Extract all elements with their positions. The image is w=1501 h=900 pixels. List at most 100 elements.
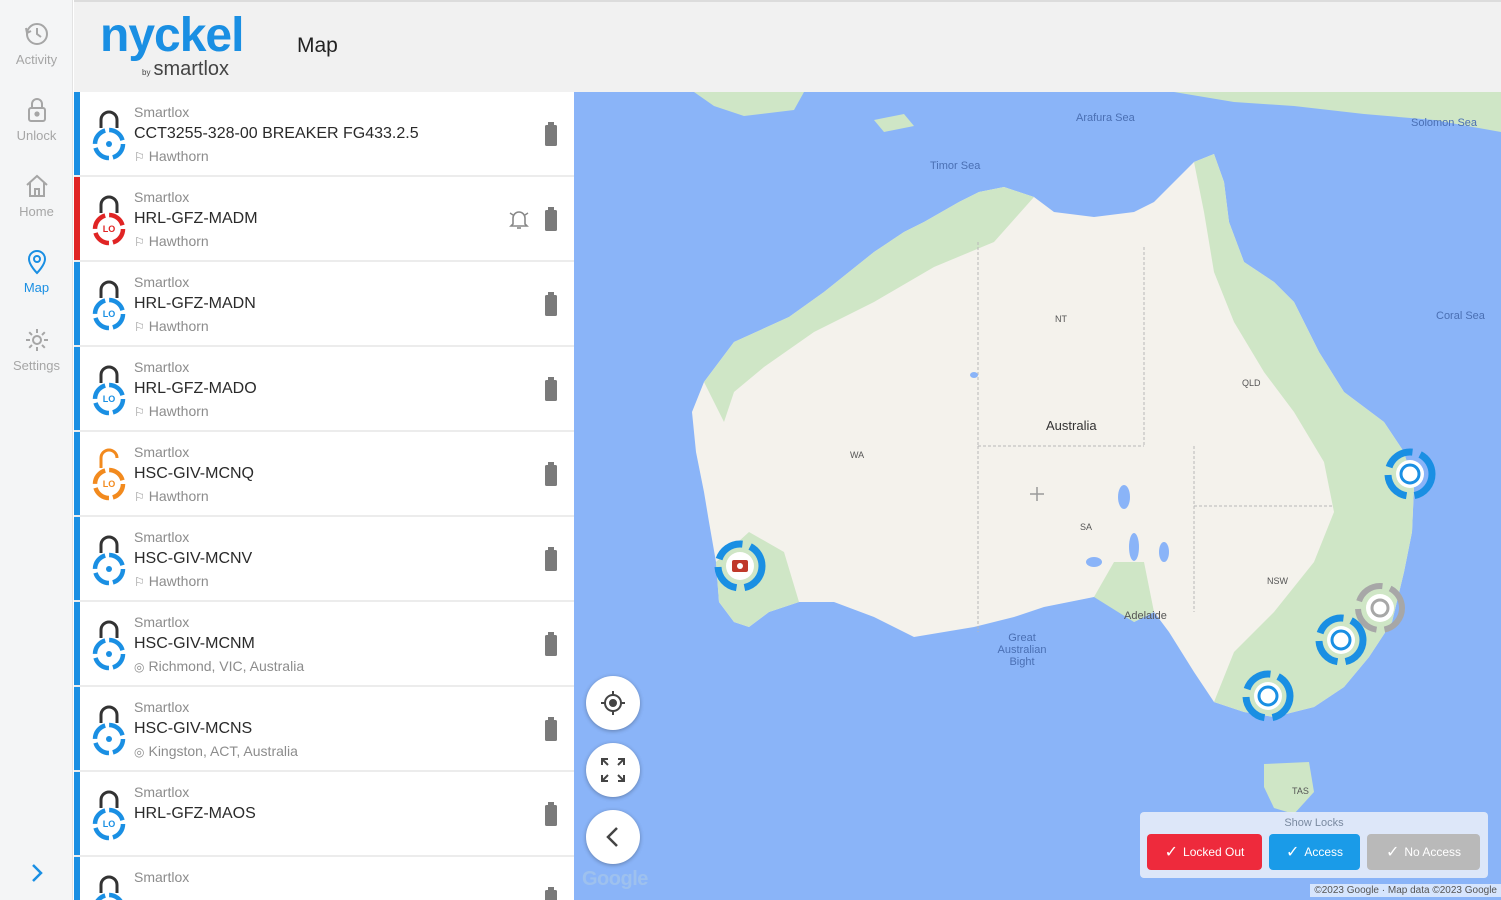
padlock-icon: [92, 110, 126, 161]
lock-pin-icon: [1384, 448, 1436, 500]
map-attribution[interactable]: ©2023 Google · Map data ©2023 Google: [1310, 884, 1501, 897]
lock-location: ⚐ Hawthorn: [134, 318, 209, 334]
lock-vendor: Smartlox: [134, 529, 190, 545]
nav-label-settings: Settings: [13, 358, 60, 373]
collapse-map-button[interactable]: [586, 810, 640, 864]
lock-vendor: Smartlox: [134, 784, 190, 800]
padlock-icon: LO: [92, 280, 126, 331]
lock-pin-icon: [1242, 670, 1294, 722]
padlock-icon: [92, 535, 126, 586]
nav-rail: Activity Unlock Home Map Settings: [0, 0, 73, 900]
app-root: Activity Unlock Home Map Settings nyckel…: [0, 0, 1501, 900]
chevron-left-icon: [606, 827, 618, 847]
alarm-bell-icon[interactable]: [508, 207, 530, 231]
padlock-icon: [92, 620, 126, 671]
lock-location-text: Richmond, VIC, Australia: [148, 658, 305, 674]
map-pin-locked-out[interactable]: [714, 540, 766, 592]
lock-vendor: Smartlox: [134, 869, 190, 885]
map-pin-access[interactable]: [1242, 670, 1294, 722]
lock-name: HSC-GIV-MCNV: [134, 550, 253, 567]
lock-row[interactable]: LO Smartlox HRL-GFZ-MADM ⚐ Hawthorn: [74, 177, 574, 260]
nav-item-activity[interactable]: Activity: [0, 20, 73, 90]
battery-icon: [545, 802, 557, 826]
fullscreen-button[interactable]: [586, 743, 640, 797]
svg-text:LO: LO: [103, 394, 116, 404]
lock-icon: [27, 98, 46, 122]
lock-row[interactable]: LO Smartlox HSC-GIV-MCNQ ⚐ Hawthorn: [74, 432, 574, 515]
expand-nav-button[interactable]: [24, 858, 50, 888]
map-label-wa: WA: [850, 450, 865, 460]
nav-item-map[interactable]: Map: [0, 248, 73, 318]
nav-item-unlock[interactable]: Unlock: [0, 96, 73, 166]
brand-by: by: [142, 68, 151, 77]
expand-icon: [601, 758, 625, 782]
nav-item-home[interactable]: Home: [0, 172, 73, 242]
padlock-icon: LO: [92, 195, 126, 246]
lock-location: ⚐ Hawthorn: [134, 488, 209, 504]
google-logo: Google: [582, 868, 648, 890]
map-label-nsw: NSW: [1267, 576, 1288, 586]
lock-name: CCT3255-328-00 BREAKER FG433.2.5: [134, 125, 419, 142]
locate-button[interactable]: [586, 676, 640, 730]
crosshair-icon: [601, 691, 625, 715]
check-icon: ✓: [1164, 844, 1179, 861]
map-label-solomon: Solomon Sea: [1411, 117, 1478, 129]
lock-row[interactable]: LO Smartlox HRL-GFZ-MADO ⚐ Hawthorn: [74, 347, 574, 430]
lock-location-text: Hawthorn: [148, 318, 209, 334]
padlock-icon: LO: [92, 365, 126, 416]
map-label-country: Australia: [1046, 418, 1097, 433]
nav-item-settings[interactable]: Settings: [0, 326, 73, 396]
filter-no-access-label: No Access: [1404, 845, 1462, 859]
map-label-tas: TAS: [1292, 786, 1309, 796]
page-title: Map: [297, 34, 338, 57]
lock-vendor: Smartlox: [134, 699, 190, 715]
lock-pin-icon: [714, 540, 766, 592]
battery-icon: [545, 547, 557, 571]
brand-logo[interactable]: nyckel by smartlox: [100, 10, 244, 81]
filter-access-button[interactable]: ✓ Access: [1269, 834, 1360, 870]
battery-icon: [545, 887, 557, 900]
lock-row[interactable]: Smartlox: [74, 857, 574, 900]
padlock-icon: LO: [92, 448, 126, 501]
history-icon: [24, 23, 48, 45]
map-pin-access[interactable]: [1315, 614, 1367, 666]
nav-label-home: Home: [19, 204, 54, 219]
lock-location: ⚐ Hawthorn: [134, 573, 209, 589]
map-label-arafura: Arafura Sea: [1076, 112, 1135, 124]
svg-text:LO: LO: [103, 479, 116, 489]
map-label-coral: Coral Sea: [1436, 310, 1485, 322]
map-view[interactable]: Arafura Sea Timor Sea Solomon Sea Coral …: [574, 92, 1501, 900]
filter-locked-out-button[interactable]: ✓ Locked Out: [1147, 834, 1262, 870]
lock-list: Smartlox CCT3255-328-00 BREAKER FG433.2.5…: [74, 92, 574, 900]
lock-location-text: Hawthorn: [148, 403, 209, 419]
lock-vendor: Smartlox: [134, 274, 190, 290]
lock-location-text: Hawthorn: [148, 488, 209, 504]
map-pin-access[interactable]: [1384, 448, 1436, 500]
lock-name: HRL-GFZ-MADO: [134, 380, 257, 397]
lock-pin-icon: [1315, 614, 1367, 666]
check-icon: ✓: [1385, 844, 1400, 861]
flag-icon: ⚐: [134, 150, 145, 164]
pin-icon: ◎: [134, 660, 145, 674]
lock-row[interactable]: Smartlox HSC-GIV-MCNM ◎ Richmond, VIC, Aust…: [74, 602, 574, 685]
lock-row[interactable]: Smartlox HSC-GIV-MCNV ⚐ Hawthorn: [74, 517, 574, 600]
map-label-qld: QLD: [1242, 378, 1261, 388]
gear-icon: [25, 329, 48, 351]
flag-icon: ⚐: [134, 320, 145, 334]
battery-icon: [545, 377, 557, 401]
lock-location: ◎ Kingston, ACT, Australia: [134, 743, 298, 759]
show-locks-title: Show Locks: [1284, 817, 1344, 829]
lock-name: HRL-GFZ-MADN: [134, 295, 256, 312]
lock-row[interactable]: Smartlox CCT3255-328-00 BREAKER FG433.2.5…: [74, 92, 574, 175]
chevron-right-icon: [32, 864, 43, 882]
brand-sub-name: smartlox: [153, 58, 230, 80]
lock-row[interactable]: LO Smartlox HRL-GFZ-MAOS: [74, 772, 574, 855]
nav-label-map: Map: [23, 280, 50, 295]
filter-no-access-button[interactable]: ✓ No Access: [1367, 834, 1480, 870]
lock-row[interactable]: Smartlox HSC-GIV-MCNS ◎ Kingston, ACT, Aust…: [74, 687, 574, 770]
nav-label-activity: Activity: [15, 52, 58, 67]
flag-icon: ⚐: [134, 235, 145, 249]
lock-row[interactable]: LO Smartlox HRL-GFZ-MADN ⚐ Hawthorn: [74, 262, 574, 345]
map-label-nt: NT: [1055, 314, 1067, 324]
lock-name: HSC-GIV-MCNQ: [134, 465, 254, 482]
